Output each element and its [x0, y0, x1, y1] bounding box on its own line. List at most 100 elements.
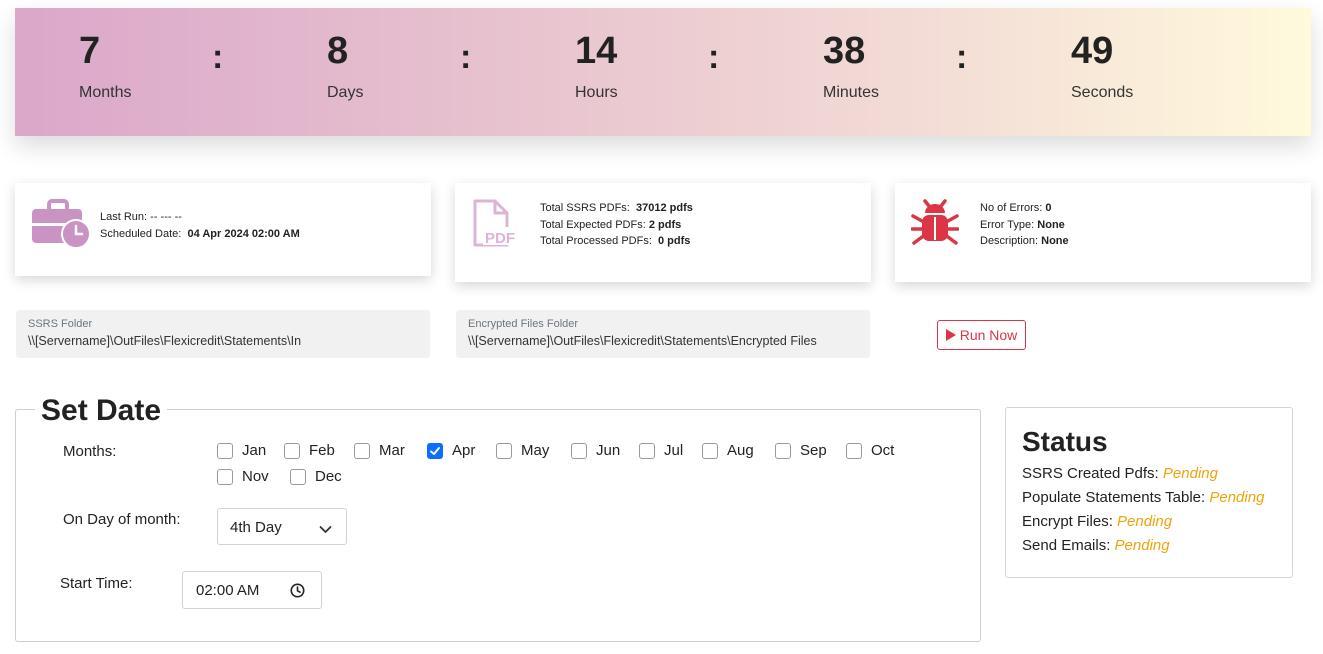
countdown-months-label: Months	[79, 84, 132, 101]
status-value: Pending	[1117, 513, 1173, 530]
clock-icon[interactable]	[290, 583, 305, 602]
encrypted-folder-field[interactable]: Encrypted Files Folder \\[Servername]\Ou…	[456, 310, 870, 358]
total-expected-label: Total Expected PDFs:	[540, 218, 646, 231]
total-processed-label: Total Processed PDFs:	[540, 235, 652, 247]
errors-count-label: No of Errors:	[980, 202, 1043, 214]
countdown-seconds-value: 49	[1071, 30, 1114, 72]
total-ssrs-label: Total SSRS PDFs:	[540, 202, 630, 214]
schedule-card: Last Run: -- --- -- Scheduled Date: 04 A…	[15, 183, 431, 276]
month-checkbox-jul[interactable]: Jul	[639, 442, 683, 459]
checkbox[interactable]	[290, 468, 306, 485]
ssrs-folder-field[interactable]: SSRS Folder \\[Servername]\OutFiles\Flex…	[16, 310, 430, 358]
month-checkbox-apr[interactable]: Apr	[427, 442, 475, 459]
checkbox[interactable]	[354, 442, 370, 459]
error-type-value: None	[1037, 218, 1065, 231]
start-time-value: 02:00 AM	[196, 582, 260, 599]
scheduled-date-value: 04 Apr 2024 02:00 AM	[187, 227, 300, 240]
ssrs-folder-value[interactable]: \\[Servername]\OutFiles\Flexicredit\Stat…	[28, 334, 418, 348]
start-time-input[interactable]: 02:00 AM	[182, 571, 322, 609]
checkbox[interactable]	[639, 442, 655, 459]
status-value: Pending	[1114, 537, 1170, 554]
month-checkbox-mar[interactable]: Mar	[354, 442, 405, 459]
status-row-emails: Send Emails: Pending	[1022, 534, 1292, 558]
encrypted-folder-value[interactable]: \\[Servername]\OutFiles\Flexicredit\Stat…	[468, 334, 858, 348]
check-icon	[430, 446, 440, 455]
months-label: Months:	[63, 443, 117, 460]
month-label: Jul	[664, 442, 684, 459]
chevron-down-icon	[319, 521, 332, 538]
checkbox[interactable]	[284, 442, 300, 459]
checkbox[interactable]	[846, 442, 862, 459]
encrypted-folder-label: Encrypted Files Folder	[468, 318, 579, 330]
error-description-value: None	[1041, 235, 1069, 247]
status-label: Send Emails:	[1022, 537, 1111, 554]
checkbox[interactable]	[217, 468, 233, 485]
schedule-info: Last Run: -- --- -- Scheduled Date: 04 A…	[100, 209, 300, 242]
status-row-populate: Populate Statements Table: Pending	[1022, 486, 1292, 510]
month-label: Oct	[871, 442, 895, 459]
month-checkbox-dec[interactable]: Dec	[290, 468, 342, 485]
checkbox[interactable]	[217, 442, 233, 459]
countdown-hours: 14 Hours	[575, 32, 618, 102]
total-expected-value: 2 pdfs	[648, 218, 682, 231]
month-label: Jan	[242, 442, 267, 459]
pdf-file-icon: PDF	[471, 199, 519, 254]
bug-icon	[910, 199, 960, 254]
day-of-month-value: 4th Day	[230, 519, 282, 536]
countdown-months-value: 7	[79, 30, 101, 72]
status-label: SSRS Created Pdfs:	[1022, 465, 1159, 482]
month-label: Aug	[727, 442, 754, 459]
status-value: Pending	[1162, 465, 1218, 482]
countdown-seconds-label: Seconds	[1071, 84, 1134, 101]
countdown-hours-label: Hours	[575, 84, 618, 101]
month-checkbox-may[interactable]: May	[496, 442, 549, 459]
countdown-months: 7 Months	[79, 30, 132, 102]
status-title: Status	[1022, 426, 1108, 457]
pdf-icon-text: PDF	[485, 230, 515, 247]
countdown-minutes: 38 Minutes	[823, 30, 880, 102]
month-label: Jun	[596, 442, 621, 459]
error-info: No of Errors: 0 Error Type: None Descrip…	[980, 200, 1069, 250]
month-checkbox-feb[interactable]: Feb	[284, 442, 335, 459]
month-checkbox-jan[interactable]: Jan	[217, 442, 266, 459]
status-label: Populate Statements Table:	[1022, 489, 1206, 506]
total-processed-value: 0 pdfs	[658, 235, 691, 247]
countdown-minutes-label: Minutes	[823, 84, 880, 101]
countdown-separator: :	[708, 38, 720, 76]
errors-count-value: 0	[1045, 202, 1052, 214]
month-checkbox-oct[interactable]: Oct	[846, 442, 894, 459]
total-ssrs-value: 37012 pdfs	[635, 202, 693, 214]
status-value: Pending	[1209, 489, 1265, 506]
countdown-separator: :	[460, 38, 472, 76]
day-of-month-select[interactable]: 4th Day	[217, 508, 347, 545]
month-checkbox-sep[interactable]: Sep	[775, 442, 827, 459]
countdown-separator: :	[956, 38, 968, 76]
month-checkbox-jun[interactable]: Jun	[571, 442, 620, 459]
error-card: No of Errors: 0 Error Type: None Descrip…	[895, 183, 1311, 282]
month-checkbox-aug[interactable]: Aug	[702, 442, 754, 459]
checkbox[interactable]	[571, 442, 587, 459]
month-label: Mar	[379, 442, 405, 459]
month-label: Feb	[309, 442, 335, 459]
checkbox[interactable]	[496, 442, 512, 459]
day-of-month-label: On Day of month:	[63, 511, 181, 528]
briefcase-clock-icon	[31, 199, 91, 254]
month-label: Apr	[452, 442, 476, 459]
countdown-days-value: 8	[327, 30, 349, 72]
pdf-info: Total SSRS PDFs: 37012 pdfs Total Expect…	[540, 200, 693, 250]
checkbox[interactable]	[775, 442, 791, 459]
checkbox-checked[interactable]	[427, 442, 443, 459]
run-now-button[interactable]: Run Now	[937, 320, 1026, 350]
status-row-encrypt: Encrypt Files: Pending	[1022, 510, 1292, 534]
month-label: Sep	[800, 442, 827, 459]
set-date-title: Set Date	[35, 394, 168, 428]
month-label: Dec	[315, 468, 342, 485]
month-checkbox-nov[interactable]: Nov	[217, 468, 269, 485]
checkbox[interactable]	[702, 442, 718, 459]
status-row-ssrs: SSRS Created Pdfs: Pending	[1022, 462, 1292, 486]
countdown-minutes-value: 38	[823, 30, 866, 72]
last-run-label: Last Run:	[100, 211, 148, 223]
ssrs-folder-label: SSRS Folder	[28, 318, 93, 330]
countdown-banner: 7 Months : 8 Days : 14 Hours : 38 Minute…	[15, 8, 1311, 136]
error-type-label: Error Type:	[980, 218, 1035, 231]
